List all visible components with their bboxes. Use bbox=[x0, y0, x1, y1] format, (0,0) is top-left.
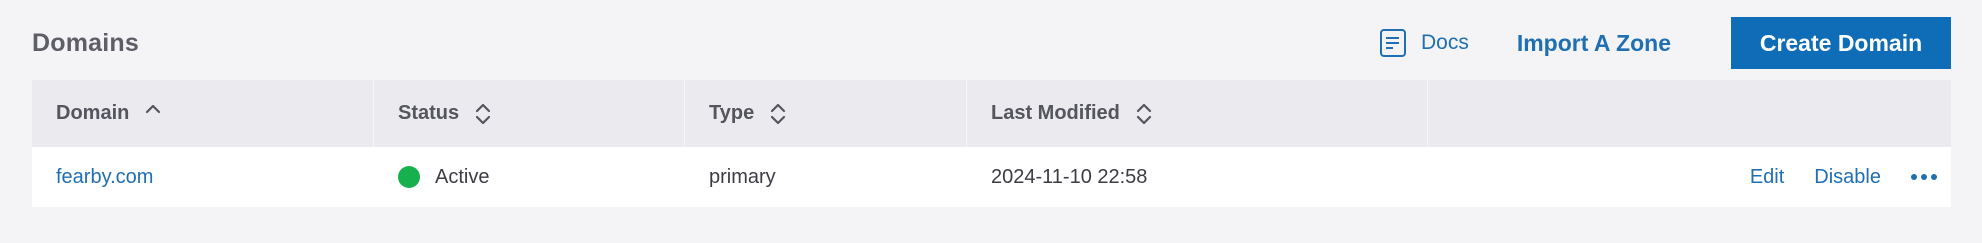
status-label: Active bbox=[435, 165, 490, 188]
cell-type: primary bbox=[685, 147, 967, 207]
column-header-label: Type bbox=[709, 102, 755, 124]
more-horizontal-icon[interactable] bbox=[1909, 162, 1939, 192]
cell-domain: fearby.com bbox=[32, 147, 374, 207]
docs-label: Docs bbox=[1420, 31, 1469, 54]
chevron-up-icon[interactable] bbox=[143, 99, 163, 129]
column-header-status[interactable]: Status bbox=[374, 80, 685, 147]
sort-updown-icon[interactable] bbox=[768, 99, 788, 129]
domain-link[interactable]: fearby.com bbox=[56, 166, 153, 189]
column-header-last-modified[interactable]: Last Modified bbox=[967, 80, 1428, 147]
page-header: Domains Docs Import A Zone Create Domain bbox=[32, 16, 1951, 70]
page-title: Domains bbox=[32, 28, 139, 57]
domains-page: Domains Docs Import A Zone Create Domain bbox=[0, 0, 1982, 243]
document-icon bbox=[1379, 28, 1407, 58]
cell-actions: Edit Disable bbox=[1428, 147, 1951, 207]
cell-last-modified: 2024-11-10 22:58 bbox=[967, 147, 1428, 207]
column-header-domain[interactable]: Domain bbox=[32, 80, 374, 147]
disable-button[interactable]: Disable bbox=[1814, 166, 1881, 189]
import-zone-link[interactable]: Import A Zone bbox=[1517, 30, 1671, 57]
docs-link[interactable]: Docs bbox=[1379, 28, 1469, 58]
type-label: primary bbox=[709, 165, 776, 188]
header-actions: Docs Import A Zone Create Domain bbox=[1379, 16, 1951, 70]
status-active-icon bbox=[398, 166, 420, 188]
column-header-label: Status bbox=[398, 102, 460, 124]
sort-updown-icon[interactable] bbox=[1134, 99, 1154, 129]
sort-updown-icon[interactable] bbox=[473, 99, 493, 129]
last-modified-value: 2024-11-10 22:58 bbox=[991, 165, 1148, 188]
column-header-type[interactable]: Type bbox=[685, 80, 967, 147]
table-row: fearby.com Active primary 2024-11-10 22:… bbox=[32, 147, 1951, 207]
create-domain-button[interactable]: Create Domain bbox=[1731, 17, 1951, 69]
column-header-label: Last Modified bbox=[991, 102, 1120, 124]
cell-status: Active bbox=[374, 147, 685, 207]
table-header: Domain Status Type Last Modified bbox=[32, 80, 1951, 147]
table-body: fearby.com Active primary 2024-11-10 22:… bbox=[32, 147, 1951, 207]
column-header-label: Domain bbox=[56, 102, 130, 124]
column-header-actions bbox=[1428, 80, 1951, 147]
domains-table: Domain Status Type Last Modified fearby.… bbox=[32, 80, 1951, 207]
edit-button[interactable]: Edit bbox=[1750, 166, 1784, 189]
